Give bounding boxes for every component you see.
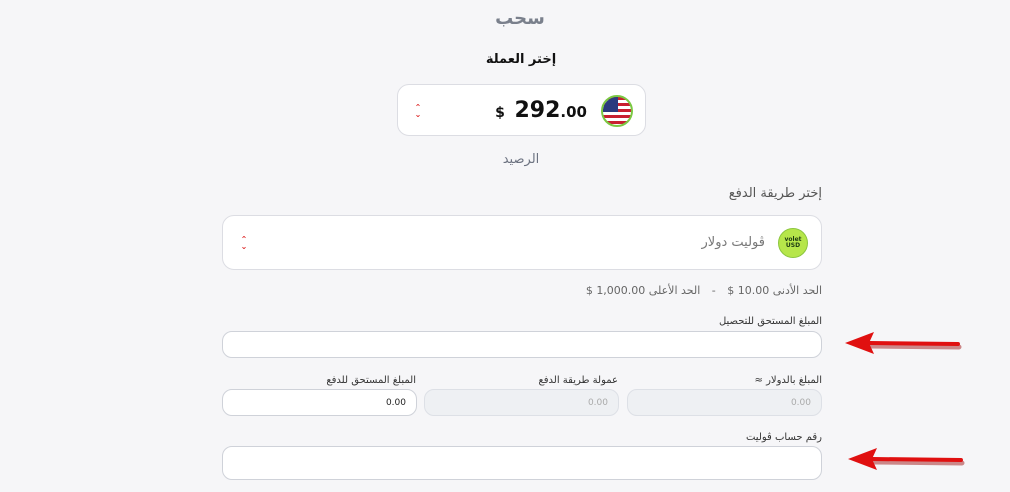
us-flag-icon [601, 95, 633, 127]
usd-amount-label: المبلغ بالدولار ≈ [754, 375, 822, 386]
max-limit: الحد الأعلى 1,000.00 $ [585, 284, 701, 297]
currency-select[interactable]: $ 292.00 ⌃ ⌄ [397, 84, 646, 136]
red-arrow-icon [845, 332, 962, 354]
payment-method-select[interactable]: volet USD ڤوليت دولار ⌃ ⌄ [222, 215, 822, 270]
fee-label: عمولة طريقة الدفع [538, 375, 618, 386]
pay-amount-field[interactable]: 0.00 [222, 389, 417, 416]
limits-separator: - [711, 284, 716, 297]
balance-label: الرصيد [502, 152, 540, 167]
usd-amount-field: 0.00 [627, 389, 822, 416]
balance-value: $ 292.00 [495, 98, 587, 123]
payment-method-label: إختر طريقة الدفع [728, 186, 822, 201]
fee-field: 0.00 [424, 389, 619, 416]
volet-logo-icon: volet USD [778, 228, 808, 258]
account-number-input[interactable] [222, 446, 822, 480]
chevron-updown-icon[interactable]: ⌃ ⌄ [239, 236, 249, 251]
account-number-label: رقم حساب ڤوليت [745, 432, 822, 443]
min-limit: الحد الأدنى 10.00 $ [727, 284, 822, 297]
usd-amount-value: 0.00 [790, 397, 811, 408]
chevron-updown-icon[interactable]: ⌃ ⌄ [413, 104, 423, 119]
currency-symbol: $ [495, 105, 505, 121]
pay-amount-label: المبلغ المستحق للدفع [326, 375, 416, 386]
amount-due-label: المبلغ المستحق للتحصيل [718, 316, 822, 327]
amount-due-input[interactable] [222, 331, 822, 358]
fee-value: 0.00 [587, 397, 608, 408]
balance-integer: 292 [514, 98, 561, 123]
currency-select-label: إختر العملة [485, 52, 557, 67]
red-arrow-icon [848, 448, 965, 470]
limits-text: الحد الأدنى 10.00 $ - الحد الأعلى 1,000.… [586, 284, 822, 297]
pay-amount-value: 0.00 [385, 397, 406, 408]
payment-method-name: ڤوليت دولار [701, 235, 765, 250]
page-title: سحب [495, 8, 545, 29]
balance-decimal: .00 [560, 103, 587, 121]
